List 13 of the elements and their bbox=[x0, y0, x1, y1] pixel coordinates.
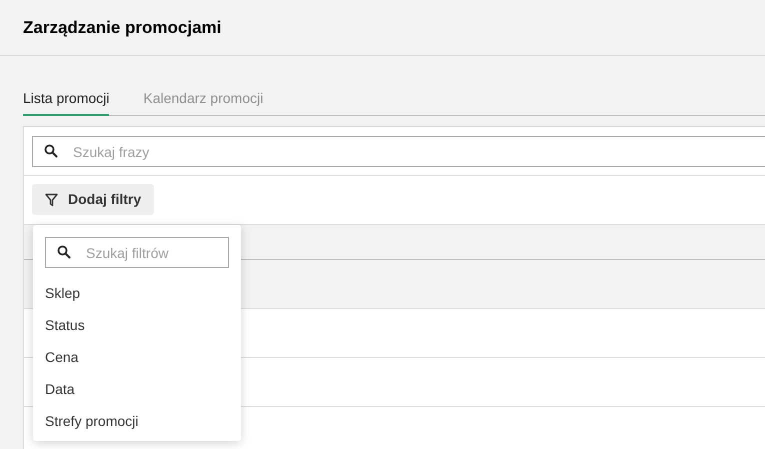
filter-menu-item[interactable]: Status bbox=[45, 309, 85, 341]
search-field[interactable]: Szukaj frazy bbox=[32, 136, 765, 167]
filter-menu-item[interactable]: Data bbox=[45, 373, 75, 405]
filter-icon bbox=[45, 192, 58, 206]
add-filters-button[interactable]: Dodaj filtry bbox=[32, 184, 154, 215]
search-icon bbox=[57, 245, 71, 259]
filter-menu-item[interactable]: Sklep bbox=[45, 277, 80, 309]
filter-search-field[interactable]: Szukaj filtrów bbox=[45, 237, 229, 268]
filter-menu-item[interactable]: Strefy promocji bbox=[45, 405, 138, 437]
search-icon bbox=[44, 144, 58, 158]
page-title: Zarządzanie promocjami bbox=[23, 16, 222, 39]
tab[interactable]: Lista promocji bbox=[23, 83, 110, 116]
filter-menu-item[interactable]: Cena bbox=[45, 341, 78, 373]
